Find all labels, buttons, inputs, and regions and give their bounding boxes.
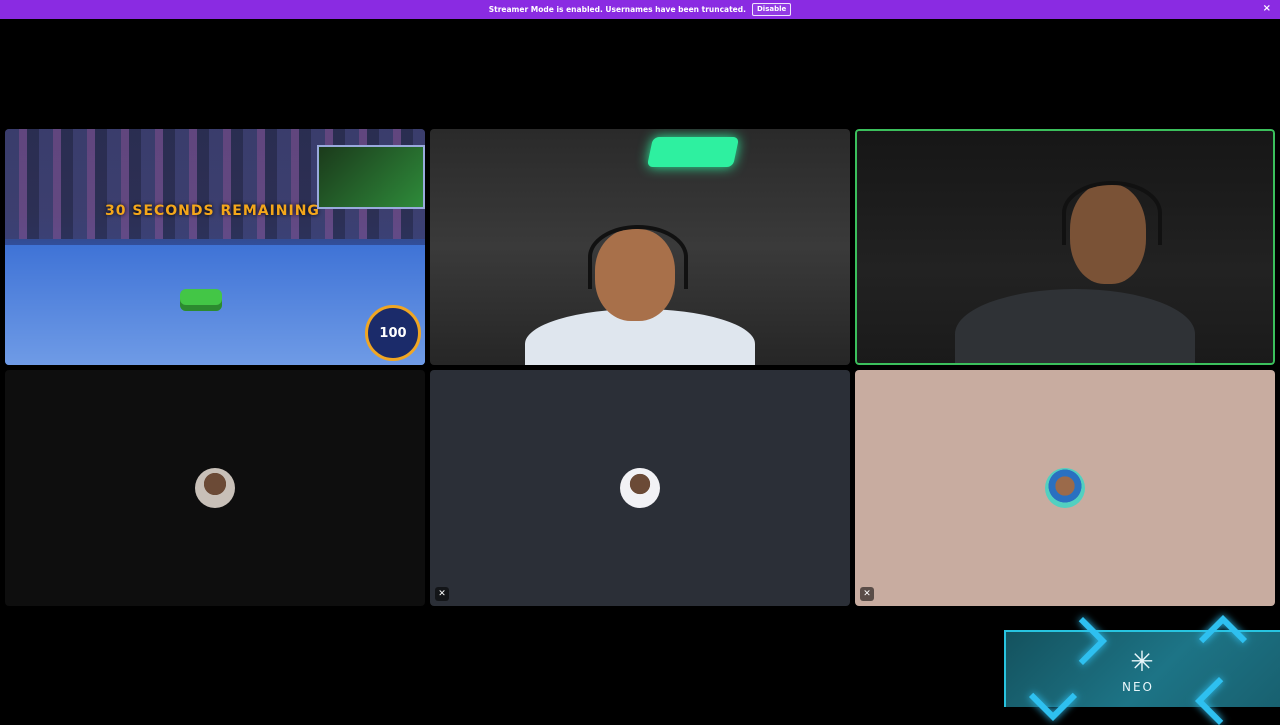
- streamer-mode-banner: Streamer Mode is enabled. Usernames have…: [0, 0, 1280, 19]
- chevron-decoration-icon: [1194, 676, 1244, 725]
- camera-tile[interactable]: [430, 129, 850, 365]
- camera-tile-speaking[interactable]: [855, 129, 1275, 365]
- mic-muted-icon: ✕: [435, 587, 449, 601]
- streamer-mode-message: Streamer Mode is enabled. Usernames have…: [488, 5, 746, 14]
- voice-participant-tile[interactable]: ✕: [855, 370, 1275, 606]
- headset: [588, 225, 688, 289]
- mic-muted-icon: ✕: [860, 587, 874, 601]
- neo-logo-overlay: ✳ NEO: [1004, 614, 1280, 725]
- avatar: [620, 468, 660, 508]
- chevron-decoration-icon: [1058, 616, 1108, 666]
- disable-streamer-mode-button[interactable]: Disable: [752, 3, 792, 16]
- voice-participant-tile[interactable]: ✕: [430, 370, 850, 606]
- boost-meter: 100: [365, 305, 421, 361]
- voice-participant-tile[interactable]: [5, 370, 425, 606]
- close-icon[interactable]: ×: [1263, 3, 1271, 15]
- neo-logo-icon: ✳: [1130, 645, 1154, 678]
- headset: [1062, 181, 1162, 245]
- avatar: [195, 468, 235, 508]
- streamer-facecam: [317, 145, 425, 209]
- participant-video: [955, 289, 1195, 365]
- screen-share-tile[interactable]: 30 SECONDS REMAINING 100: [5, 129, 425, 365]
- game-car: [180, 289, 222, 311]
- game-timer-text: 30 SECONDS REMAINING: [105, 203, 320, 219]
- neon-sign: [646, 137, 740, 167]
- chevron-decoration-icon: [1028, 672, 1078, 722]
- avatar: [1045, 468, 1085, 508]
- chevron-decoration-icon: [1198, 614, 1248, 664]
- neo-logo-text: NEO: [1122, 680, 1155, 694]
